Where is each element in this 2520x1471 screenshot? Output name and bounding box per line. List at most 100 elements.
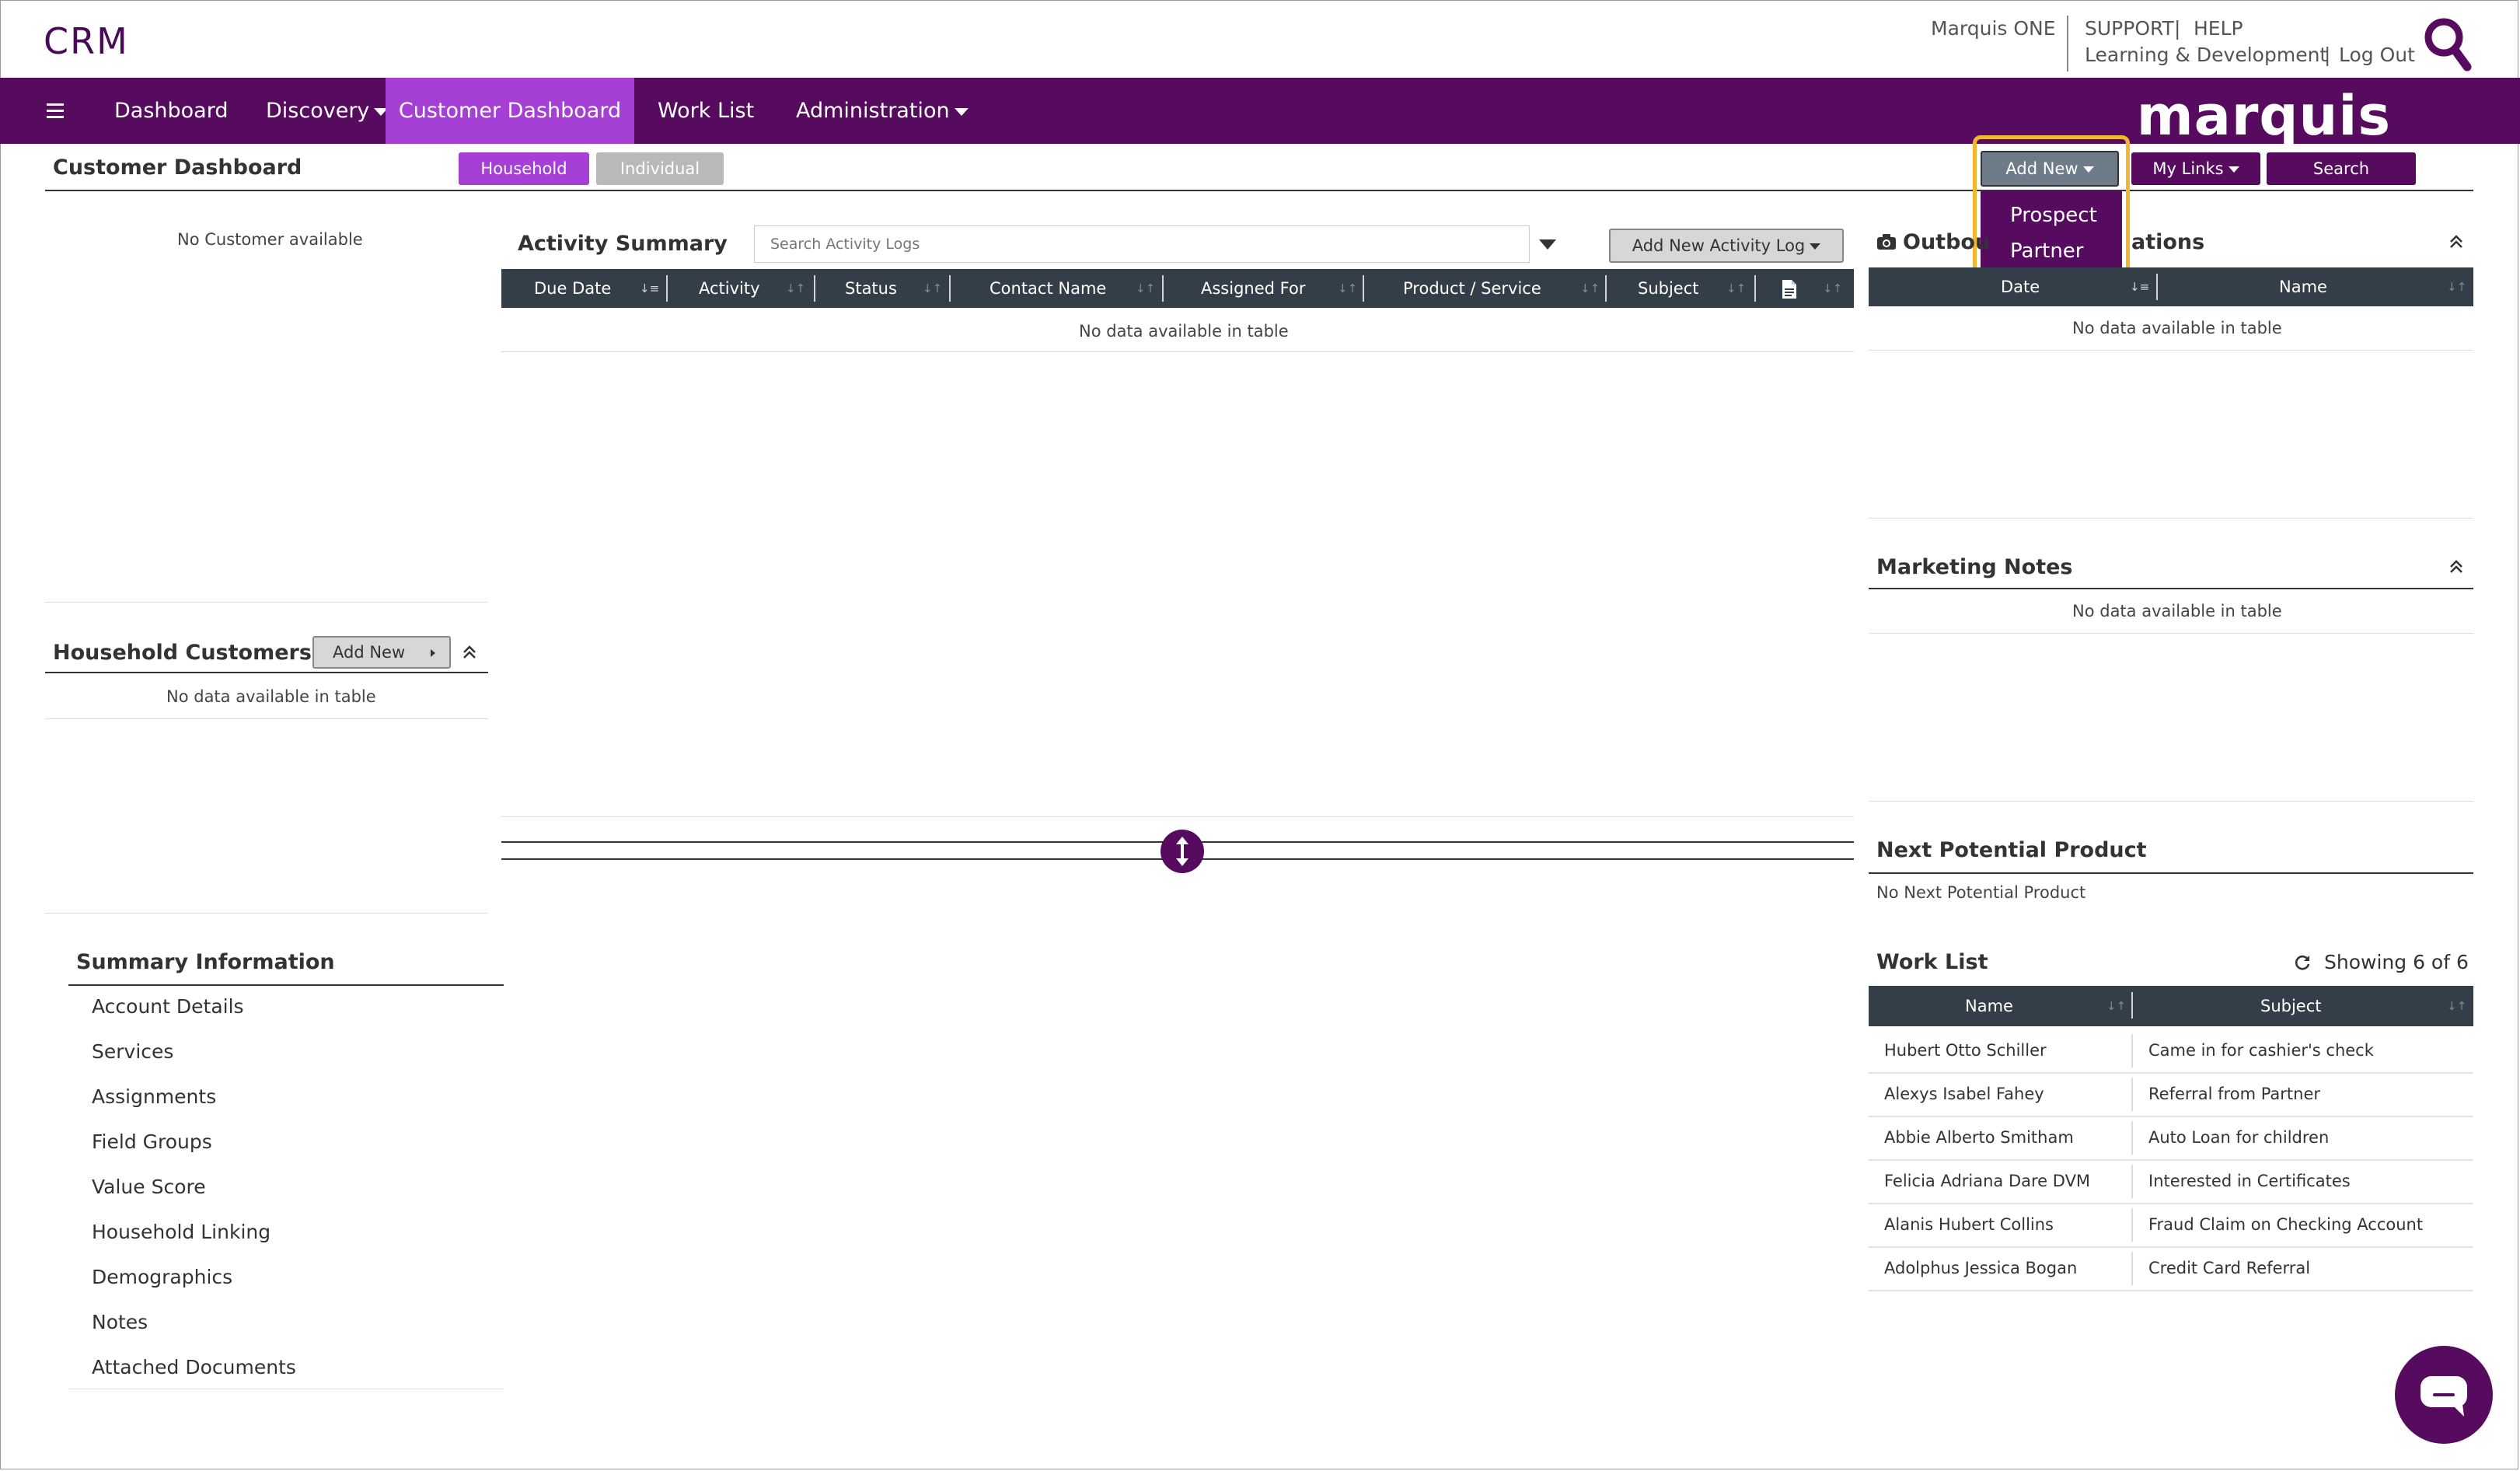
col-name[interactable]: Name [1965, 986, 2013, 1026]
nav-discovery[interactable]: Discovery [266, 78, 389, 144]
individual-toggle[interactable]: Individual [596, 152, 724, 185]
sort-icon[interactable]: ↓↑ [1823, 269, 1842, 308]
chevron-down-icon [954, 107, 969, 116]
nav-dashboard[interactable]: Dashboard [114, 78, 228, 144]
collapse-icon[interactable] [2447, 232, 2466, 250]
collapse-icon[interactable] [460, 642, 479, 661]
add-activity-log-label: Add New Activity Log [1632, 236, 1806, 255]
row-name: Alanis Hubert Collins [1884, 1215, 2054, 1234]
column-separator [949, 275, 951, 302]
page-title: Customer Dashboard [53, 155, 302, 180]
marquis-logo: marquis [2136, 84, 2391, 148]
cell-separator [2131, 1252, 2133, 1285]
nav-administration[interactable]: Administration [796, 78, 969, 144]
logout-link[interactable]: Log Out [2339, 44, 2415, 66]
household-add-new-label: Add New [333, 643, 406, 662]
search-button[interactable]: Search [2267, 152, 2416, 185]
header-separator: | [2324, 44, 2331, 66]
summary-item-assignments[interactable]: Assignments [92, 1085, 216, 1108]
menu-item-partner[interactable]: Partner [2010, 239, 2084, 263]
sort-icon[interactable]: ↓↑ [2447, 986, 2466, 1026]
chevron-down-icon[interactable] [1539, 239, 1556, 250]
summary-item-household-linking[interactable]: Household Linking [92, 1221, 270, 1243]
col-product-service[interactable]: Product / Service [1403, 269, 1541, 308]
summary-item-value-score[interactable]: Value Score [92, 1176, 206, 1198]
household-toggle[interactable]: Household [459, 152, 589, 185]
sort-icon[interactable]: ↓↑ [2106, 986, 2126, 1026]
search-icon[interactable] [2422, 17, 2472, 72]
menu-item-prospect[interactable]: Prospect [2010, 204, 2097, 227]
table-row[interactable]: Alanis Hubert Collins Fraud Claim on Chec… [1869, 1204, 2473, 1248]
divider [501, 351, 1854, 352]
column-separator [1162, 275, 1164, 302]
summary-item-field-groups[interactable]: Field Groups [92, 1130, 212, 1153]
table-row[interactable]: Hubert Otto Schiller Came in for cashier'… [1869, 1029, 2473, 1074]
col-date[interactable]: Date [2001, 267, 2040, 306]
col-subject[interactable]: Subject [2260, 986, 2322, 1026]
hamburger-menu-icon[interactable] [44, 78, 67, 144]
summary-item-notes[interactable]: Notes [92, 1311, 148, 1333]
activity-summary-title: Activity Summary [518, 232, 728, 256]
sort-icon[interactable]: ↓↑ [923, 269, 942, 308]
marketing-empty-text: No data available in table [2072, 602, 2282, 620]
chevron-down-icon [1810, 243, 1821, 250]
nav-discovery-label: Discovery [266, 99, 370, 123]
row-subject: Auto Loan for children [2148, 1128, 2330, 1147]
col-subject[interactable]: Subject [1638, 269, 1699, 308]
household-add-new-button[interactable]: Add New [312, 636, 451, 669]
table-row[interactable]: Abbie Alberto Smitham Auto Loan for child… [1869, 1116, 2473, 1161]
column-separator [1605, 275, 1607, 302]
sort-icon[interactable]: ↓↑ [786, 269, 805, 308]
sort-icon[interactable]: ↓≡ [640, 269, 659, 308]
summary-item-account-details[interactable]: Account Details [92, 995, 244, 1018]
household-underline [45, 672, 488, 673]
col-assigned-for[interactable]: Assigned For [1201, 269, 1305, 308]
outbound-title-left: Outbou [1903, 230, 1991, 254]
chevron-down-icon [2228, 166, 2239, 173]
product-link[interactable]: Marquis ONE [1931, 17, 2056, 40]
chat-icon[interactable] [2394, 1345, 2494, 1445]
support-link[interactable]: SUPPORT [2085, 17, 2174, 40]
summary-item-services[interactable]: Services [92, 1040, 173, 1063]
summary-item-attached-documents[interactable]: Attached Documents [92, 1356, 296, 1378]
column-separator [1363, 275, 1364, 302]
learning-link[interactable]: Learning & Development [2085, 44, 2327, 66]
divider [1869, 518, 2473, 519]
refresh-icon[interactable] [2293, 953, 2312, 972]
outbound-title-right: ations [2131, 230, 2205, 254]
col-contact-name[interactable]: Contact Name [990, 269, 1106, 308]
column-separator [666, 275, 668, 302]
col-name[interactable]: Name [2279, 267, 2327, 306]
sort-icon[interactable]: ↓↑ [1580, 269, 1600, 308]
sort-icon[interactable]: ↓↑ [2447, 267, 2466, 306]
my-links-button[interactable]: My Links [2131, 152, 2260, 185]
sort-icon[interactable]: ↓↑ [1726, 269, 1746, 308]
row-subject: Referral from Partner [2148, 1085, 2321, 1103]
col-status[interactable]: Status [845, 269, 897, 308]
chevron-right-icon [431, 649, 435, 657]
add-new-menu: Prospect Partner [1981, 191, 2122, 278]
col-due-date[interactable]: Due Date [534, 269, 611, 308]
help-link[interactable]: HELP [2194, 17, 2243, 40]
sort-icon[interactable]: ↓↑ [1338, 269, 1357, 308]
summary-item-demographics[interactable]: Demographics [92, 1266, 232, 1288]
marketing-notes-title: Marketing Notes [1876, 555, 2073, 579]
resize-handle-icon[interactable] [1160, 829, 1205, 874]
table-row[interactable]: Felicia Adriana Dare DVM Interested in Ce… [1869, 1160, 2473, 1204]
table-row[interactable]: Adolphus Jessica Bogan Credit Card Referr… [1869, 1247, 2473, 1291]
sort-icon[interactable]: ↓↑ [1136, 269, 1155, 308]
col-activity[interactable]: Activity [699, 269, 760, 308]
sort-icon[interactable]: ↓≡ [2130, 267, 2149, 306]
collapse-icon[interactable] [2447, 557, 2466, 575]
add-activity-log-button[interactable]: Add New Activity Log [1609, 229, 1844, 263]
nav-customer-dashboard[interactable]: Customer Dashboard [386, 78, 634, 144]
search-activity-input[interactable] [754, 225, 1530, 263]
household-empty-text: No data available in table [166, 687, 376, 706]
household-customers-title: Household Customers [53, 641, 312, 665]
add-new-button[interactable]: Add New [1981, 151, 2119, 187]
table-row[interactable]: Alexys Isabel Fahey Referral from Partner [1869, 1073, 2473, 1117]
nav-work-list[interactable]: Work List [658, 78, 754, 144]
cell-separator [2131, 1208, 2133, 1242]
work-list-title: Work List [1876, 950, 1988, 974]
document-icon[interactable] [1781, 278, 1798, 300]
